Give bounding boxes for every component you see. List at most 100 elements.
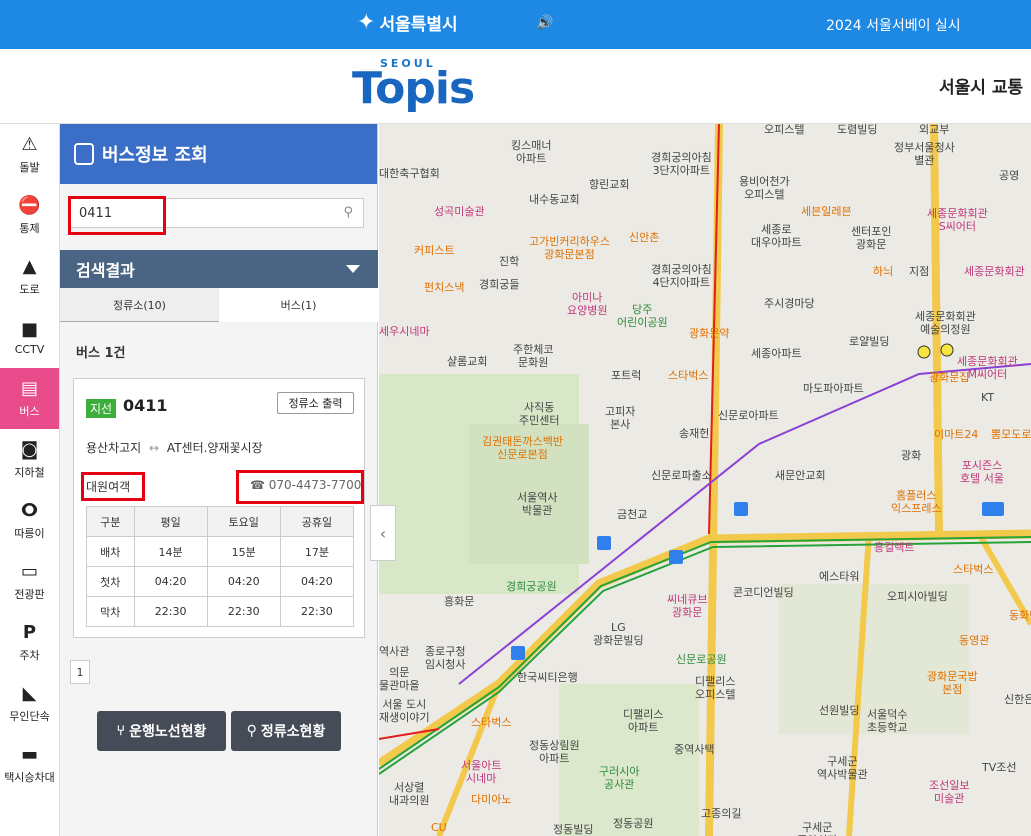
map-place-label[interactable]: 디팰리스 아파트 xyxy=(623,708,663,734)
map-place-label[interactable]: 오피시아빌딩 xyxy=(887,590,948,604)
map-place-label[interactable]: 오피스텔 xyxy=(764,124,804,137)
map-place-label[interactable]: 동화면 xyxy=(1009,609,1031,623)
map-place-label[interactable]: 구러시아 공사관 xyxy=(599,765,639,791)
map-place-label[interactable]: 내수동교회 xyxy=(529,193,580,207)
nav-item-incident[interactable]: ⚠ 돌발 xyxy=(0,124,59,185)
map-place-label[interactable]: 역사관 xyxy=(379,645,409,659)
nav-item-cctv[interactable]: ■ CCTV xyxy=(0,307,59,368)
nav-item-enforcement[interactable]: ◣ 무인단속 xyxy=(0,673,59,734)
nav-item-taxi[interactable]: ▬ 택시승차대 xyxy=(0,734,59,795)
map-place-label[interactable]: 이마트24 xyxy=(934,428,978,442)
map-place-label[interactable]: 샬롬교회 xyxy=(447,355,487,369)
map-place-label[interactable]: 세종문화회관 예술의정원 xyxy=(915,310,976,336)
map-place-label[interactable]: 콘코디언빌딩 xyxy=(733,586,794,600)
map-place-label[interactable]: 정동공원 xyxy=(613,817,653,831)
map-place-label[interactable]: 세종로 대우아파트 xyxy=(751,223,802,249)
map-place-label[interactable]: 송재헌 xyxy=(679,427,709,441)
map-place-label[interactable]: 흥화문 xyxy=(444,595,474,609)
map-place-label[interactable]: 센터포인 광화문 xyxy=(851,225,891,251)
tab-buses[interactable]: 버스(1) xyxy=(219,288,378,322)
map-place-label[interactable]: 서울 도시 재생이야기 xyxy=(379,698,430,724)
map-place-label[interactable]: 주시경마당 xyxy=(764,297,815,311)
map-place-label[interactable]: 경희궁공원 xyxy=(506,580,557,594)
map-place-label[interactable]: 씨네큐브 광화문 xyxy=(667,593,707,619)
map-place-label[interactable]: 스타벅스 xyxy=(953,563,993,577)
map-place-label[interactable]: 뽐모도로 xyxy=(991,428,1031,442)
topis-logo[interactable]: SEOUL Topis xyxy=(352,57,477,117)
map-place-label[interactable]: 스타벅스 xyxy=(471,716,511,730)
route-number[interactable]: 0411 xyxy=(123,396,168,415)
map-place-label[interactable]: 세종문화회관 xyxy=(964,265,1025,279)
map-place-label[interactable]: 새문안교회 xyxy=(775,469,826,483)
map-place-label[interactable]: 마도파아파트 xyxy=(803,382,864,396)
nav-item-signboard[interactable]: ▭ 전광판 xyxy=(0,551,59,612)
stop-print-button[interactable]: 정류소 출력 xyxy=(277,392,354,414)
map-place-label[interactable]: 사직동 주민센터 xyxy=(519,401,559,427)
map-place-label[interactable]: 흥컬렉트 xyxy=(874,541,914,555)
map-place-label[interactable]: 김권태돈까스백반 신문로본점 xyxy=(482,435,563,461)
collapse-panel-button[interactable]: ‹ xyxy=(370,505,396,561)
map-place-label[interactable]: TV조선 xyxy=(982,761,1016,775)
map-place-label[interactable]: 아미나 요양병원 xyxy=(567,291,607,317)
map-place-label[interactable]: 광화 xyxy=(901,449,921,463)
map-place-label[interactable]: 신한은 xyxy=(1004,693,1031,707)
map-place-label[interactable]: 경희궁의아침 3단지아파트 xyxy=(651,151,712,177)
map-place-label[interactable]: 조선일보 미술관 xyxy=(929,779,969,805)
map-place-label[interactable]: 다미아노 xyxy=(471,793,511,807)
map-place-label[interactable]: 진학 xyxy=(499,255,519,269)
map-place-label[interactable]: 정부서울청사 별관 xyxy=(894,141,955,167)
map-place-label[interactable]: 서울아트 시네마 xyxy=(461,759,501,785)
map-place-label[interactable]: 선원빌딩 xyxy=(819,704,859,718)
map-place-label[interactable]: 고종의길 xyxy=(701,807,741,821)
map-place-label[interactable]: 광화문약 xyxy=(689,327,729,341)
speaker-icon[interactable]: 🔊 xyxy=(536,15,553,31)
map-place-label[interactable]: 홈플러스 익스프레스 xyxy=(891,489,942,515)
map-place-label[interactable]: 하늬 xyxy=(873,265,893,279)
nav-item-road[interactable]: ▲ 도로 xyxy=(0,246,59,307)
map-place-label[interactable]: 서울역사 박물관 xyxy=(517,491,557,517)
map-place-label[interactable]: CU xyxy=(431,821,447,835)
map-place-label[interactable]: 대한축구협회 xyxy=(379,167,440,181)
map-place-label[interactable]: 포시즌스 호텔 서울 xyxy=(960,459,1004,485)
map-place-label[interactable]: 당주 어린이공원 xyxy=(617,303,668,329)
notice-text[interactable]: 2024 서울서베이 실시 xyxy=(826,15,961,35)
map-place-label[interactable]: 성곡미술관 xyxy=(434,205,485,219)
nav-item-bike[interactable]: ⵔ 따릉이 xyxy=(0,490,59,551)
seoul-brand[interactable]: ✦ 서울특별시 xyxy=(357,10,458,35)
map-place-label[interactable]: 경희궁의아침 4단지아파트 xyxy=(651,263,712,289)
map-place-label[interactable]: 스타벅스 xyxy=(668,369,708,383)
map-place-label[interactable]: 세종아파트 xyxy=(751,347,802,361)
map-place-label[interactable]: 고피자 본사 xyxy=(605,405,635,431)
map-place-label[interactable]: 용비어천가 오피스텔 xyxy=(739,175,790,201)
map-place-label[interactable]: 공영 xyxy=(999,169,1019,183)
map-place-label[interactable]: 펀치스낵 xyxy=(424,281,464,295)
map-place-label[interactable]: 구세군중앙회관 xyxy=(797,821,837,836)
stop-status-button[interactable]: ⚲ 정류소현황 xyxy=(231,711,341,751)
map-place-label[interactable]: 디팰리스 오피스텔 xyxy=(695,675,735,701)
map-place-label[interactable]: 고가빈커리하우스 광화문본점 xyxy=(529,235,610,261)
map-place-label[interactable]: 금천교 xyxy=(617,508,647,522)
map-place-label[interactable]: 정동빌딩 xyxy=(553,823,593,836)
nav-item-control[interactable]: ⛔ 통제 xyxy=(0,185,59,246)
map-place-label[interactable]: 킹스매너 아파트 xyxy=(511,139,551,165)
map-place-label[interactable]: 중역사택 xyxy=(674,743,714,757)
map-place-label[interactable]: 동영관 xyxy=(959,634,989,648)
map-place-label[interactable]: 도렴빌딩 xyxy=(837,124,877,137)
map-place-label[interactable]: 신문로아파트 xyxy=(718,409,779,423)
map-place-label[interactable]: 세종문화회관 S씨어터 xyxy=(927,207,988,233)
nav-item-bus[interactable]: ▤ 버스 xyxy=(0,368,59,429)
page-button[interactable]: 1 xyxy=(70,660,90,684)
map-place-label[interactable]: 신문로파출소 xyxy=(651,469,712,483)
map-place-label[interactable]: 정동상림원 아파트 xyxy=(529,739,580,765)
map-place-label[interactable]: 구세군 역사박물관 xyxy=(817,755,868,781)
map-place-label[interactable]: 세우시네마 xyxy=(379,325,430,339)
map-place-label[interactable]: 경희궁들 xyxy=(479,278,519,292)
results-header[interactable]: 검색결과 xyxy=(60,250,378,288)
map-place-label[interactable]: LG 광화문빌딩 xyxy=(593,621,644,647)
map-place-label[interactable]: 종로구청 임시청사 xyxy=(425,645,465,671)
map-place-label[interactable]: 외교부 xyxy=(919,124,949,137)
map-place-label[interactable]: 신문로공원 xyxy=(676,653,727,667)
map-place-label[interactable]: 에스타워 xyxy=(819,570,859,584)
map-place-label[interactable]: 서상렬 내과의원 xyxy=(389,781,429,807)
map-place-label[interactable]: KT xyxy=(981,391,994,405)
